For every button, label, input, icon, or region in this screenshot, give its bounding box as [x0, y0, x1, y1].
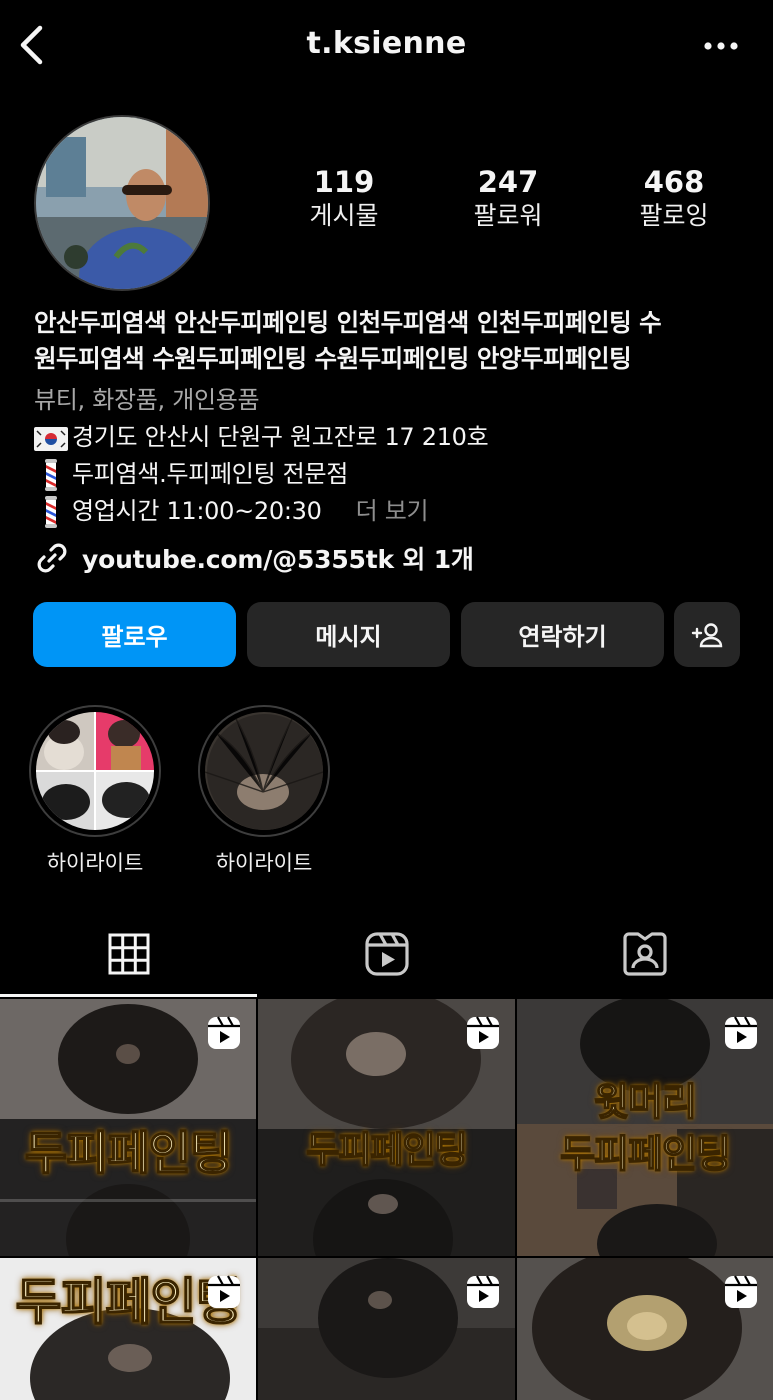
post-tile[interactable]: 윗머리 두피페인팅 — [517, 999, 773, 1256]
message-button[interactable]: 메시지 — [247, 602, 450, 667]
bio-name-line-2: 원두피염색 수원두피페인팅 수원두피페인팅 안양두피페인팅 — [34, 344, 632, 373]
post-tile[interactable] — [517, 1258, 773, 1400]
bio-specialty-line: 두피염색.두피페인팅 전문점 — [34, 456, 749, 493]
suggest-people-button[interactable] — [674, 602, 740, 667]
link-icon — [37, 543, 67, 573]
followers-label: 팔로워 — [473, 201, 543, 230]
reel-icon — [725, 1016, 757, 1049]
tab-tagged[interactable] — [516, 910, 773, 998]
highlight-label: 하이라이트 — [46, 851, 144, 875]
profile-username: t.ksienne — [306, 26, 467, 61]
add-person-icon — [691, 622, 723, 647]
bio-name-line-1: 안산두피염색 안산두피페인팅 인천두피염색 인천두피페인팅 수 — [34, 308, 662, 337]
barber-pole-icon — [34, 495, 68, 528]
active-tab-indicator — [0, 994, 257, 997]
follow-button[interactable]: 팔로우 — [33, 602, 236, 667]
barber-pole-icon — [34, 458, 68, 491]
korea-flag-icon — [34, 424, 68, 452]
highlight-cover-2 — [205, 712, 323, 830]
following-label: 팔로잉 — [639, 201, 709, 230]
tab-posts-grid[interactable] — [0, 910, 257, 998]
reel-icon — [725, 1275, 757, 1308]
post-tile[interactable]: 두피페인팅 — [0, 1258, 256, 1400]
more-options-button[interactable] — [703, 30, 743, 62]
reel-icon — [467, 1275, 499, 1308]
followers-count: 247 — [477, 165, 539, 199]
bio-link[interactable]: youtube.com/@5355tk 외 1개 — [34, 537, 474, 579]
bio-link-text: youtube.com/@5355tk 외 1개 — [82, 545, 474, 574]
bio-more-link[interactable]: 더 보기 — [356, 493, 429, 530]
highlight-1[interactable]: 하이라이트 — [29, 705, 161, 877]
bio-address: 경기도 안산시 단원구 원고잔로 17 210호 — [72, 423, 489, 451]
post-overlay-text: 윗머리 — [593, 1079, 697, 1125]
tab-reels[interactable] — [258, 910, 515, 998]
posts-count: 119 — [313, 165, 375, 199]
grid-icon — [108, 933, 149, 975]
bio-category: 뷰티, 화장품, 개인용품 — [34, 386, 260, 414]
bio-address-line: 경기도 안산시 단원구 원고잔로 17 210호 — [34, 419, 749, 456]
top-bar: t.ksienne — [0, 0, 773, 92]
reels-icon — [364, 932, 409, 976]
following-count: 468 — [643, 165, 705, 199]
reel-icon — [208, 1016, 240, 1049]
highlight-2[interactable]: 하이라이트 — [198, 705, 330, 877]
contact-button[interactable]: 연락하기 — [461, 602, 664, 667]
tagged-icon — [622, 932, 667, 976]
post-overlay-text: 두피페인팅 — [305, 1129, 468, 1172]
stat-following[interactable]: 468 팔로잉 — [609, 165, 739, 233]
reel-icon — [208, 1275, 240, 1308]
post-tile[interactable]: 두피페인팅 — [0, 999, 256, 1256]
post-tile[interactable] — [258, 1258, 515, 1400]
profile-tabs — [0, 910, 773, 998]
post-overlay-text: 두피페인팅 — [24, 1125, 233, 1181]
posts-grid: 두피페인팅 두피페인팅 윗머리 두피페인팅 두피페인팅 — [0, 999, 773, 1400]
profile-avatar[interactable] — [34, 115, 210, 291]
avatar-photo — [36, 117, 208, 289]
highlight-cover-1 — [36, 712, 154, 830]
profile-bio: 안산두피염색 안산두피페인팅 인천두피염색 인천두피페인팅 수 원두피염색 수원… — [34, 305, 749, 530]
posts-label: 게시물 — [309, 201, 379, 230]
stat-posts[interactable]: 119 게시물 — [279, 165, 409, 233]
highlight-label: 하이라이트 — [215, 851, 313, 875]
highlight-ring — [29, 705, 161, 837]
bio-specialty: 두피염색.두피페인팅 전문점 — [72, 460, 349, 488]
bio-hours: 영업시간 11:00~20:30 — [72, 497, 322, 525]
stat-followers[interactable]: 247 팔로워 — [443, 165, 573, 233]
more-horizontal-icon — [704, 42, 738, 50]
bio-hours-line: 영업시간 11:00~20:30 더 보기 — [34, 493, 749, 530]
post-tile[interactable]: 두피페인팅 — [258, 999, 515, 1256]
post-overlay-text: 두피페인팅 — [559, 1131, 731, 1177]
reel-icon — [467, 1016, 499, 1049]
profile-stats: 119 게시물 247 팔로워 468 팔로잉 — [283, 165, 743, 245]
highlight-ring — [198, 705, 330, 837]
